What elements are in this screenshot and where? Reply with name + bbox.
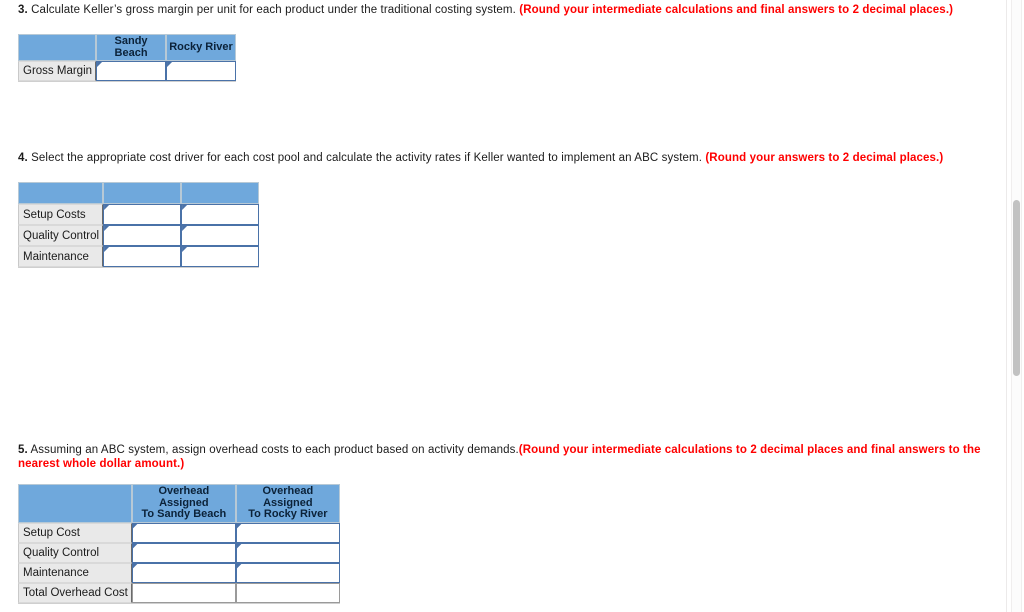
input-cell-maintenance-rate[interactable] bbox=[181, 246, 260, 267]
question-3-number: 3. bbox=[18, 4, 28, 16]
total-overhead-rocky-river-input[interactable] bbox=[236, 583, 339, 602]
table-row: Total Overhead Cost bbox=[18, 582, 340, 603]
activity-rates-table: Setup Costs Quality Control Maintenance bbox=[18, 182, 260, 267]
document-page: 3. Calculate Keller’s gross margin per u… bbox=[0, 0, 1006, 612]
question-4-table-wrap: Setup Costs Quality Control Maintenance bbox=[18, 182, 260, 268]
input-cell-maintenance-rocky-river[interactable] bbox=[235, 562, 340, 583]
table-row: Maintenance bbox=[18, 562, 340, 583]
quality-control-rate-input[interactable] bbox=[182, 226, 259, 245]
total-overhead-sandy-beach-input[interactable] bbox=[132, 583, 235, 602]
row-label-setup-costs: Setup Costs bbox=[18, 204, 104, 225]
column-header-cost-driver bbox=[103, 182, 182, 204]
table-row: Setup Costs bbox=[18, 204, 260, 225]
row-label-setup-cost: Setup Cost bbox=[18, 522, 132, 543]
table-row: Setup Cost bbox=[18, 522, 340, 543]
input-cell-quality-control-rate[interactable] bbox=[181, 225, 260, 246]
quality-control-sandy-beach-input[interactable] bbox=[132, 543, 235, 562]
column-header-activity-rate bbox=[181, 182, 260, 204]
input-cell-setup-cost-sandy-beach[interactable] bbox=[131, 522, 236, 543]
question-5-body: Assuming an ABC system, assign overhead … bbox=[30, 444, 519, 456]
row-label-maintenance: Maintenance bbox=[18, 562, 132, 583]
maintenance-rocky-river-input[interactable] bbox=[236, 563, 339, 582]
vertical-scrollbar[interactable] bbox=[1006, 0, 1024, 612]
total-cell-sandy-beach[interactable] bbox=[131, 582, 236, 603]
input-cell-quality-control-sandy-beach[interactable] bbox=[131, 542, 236, 563]
question-3-body: Calculate Keller’s gross margin per unit… bbox=[31, 4, 516, 16]
input-cell-setup-cost-rocky-river[interactable] bbox=[235, 522, 340, 543]
input-cell-maintenance-sandy-beach[interactable] bbox=[131, 562, 236, 583]
question-5-number: 5. bbox=[18, 444, 28, 456]
question-5-table-wrap: Overhead Assigned To Sandy Beach Overhea… bbox=[18, 484, 340, 603]
header-line-1: Overhead Assigned bbox=[158, 485, 210, 509]
table-header-row: Sandy Beach Rocky River bbox=[18, 34, 237, 61]
question-4-number: 4. bbox=[18, 152, 28, 164]
table-row: Quality Control bbox=[18, 225, 260, 246]
maintenance-rate-input[interactable] bbox=[182, 247, 259, 266]
question-block-3: 3. Calculate Keller’s gross margin per u… bbox=[18, 3, 988, 86]
input-cell-gross-margin-sandy-beach[interactable] bbox=[96, 61, 167, 81]
maintenance-driver-input[interactable] bbox=[104, 247, 181, 266]
input-cell-setup-costs-driver[interactable] bbox=[103, 204, 182, 225]
row-label-maintenance: Maintenance bbox=[18, 246, 104, 267]
column-header-blank bbox=[18, 34, 97, 61]
setup-costs-rate-input[interactable] bbox=[182, 205, 259, 224]
header-line-2: To Rocky River bbox=[248, 508, 328, 520]
column-header-rocky-river: Rocky River bbox=[166, 34, 237, 61]
table-header-row bbox=[18, 182, 260, 204]
setup-cost-sandy-beach-input[interactable] bbox=[132, 523, 235, 542]
question-3-rounding-note: (Round your intermediate calculations an… bbox=[519, 4, 954, 16]
quality-control-driver-input[interactable] bbox=[104, 226, 181, 245]
overhead-assignment-table: Overhead Assigned To Sandy Beach Overhea… bbox=[18, 484, 340, 603]
row-label-total-overhead-cost: Total Overhead Cost bbox=[18, 582, 132, 603]
column-header-blank bbox=[18, 182, 104, 204]
column-header-overhead-rocky-river: Overhead Assigned To Rocky River bbox=[235, 484, 340, 523]
gross-margin-table: Sandy Beach Rocky River Gross Margin bbox=[18, 34, 237, 81]
table-row: Maintenance bbox=[18, 246, 260, 267]
table-row: Quality Control bbox=[18, 542, 340, 563]
header-line-1: Overhead Assigned bbox=[262, 485, 314, 509]
input-cell-quality-control-rocky-river[interactable] bbox=[235, 542, 340, 563]
question-4-body: Select the appropriate cost driver for e… bbox=[31, 152, 703, 164]
header-line-2: To Sandy Beach bbox=[141, 508, 227, 520]
row-label-quality-control: Quality Control bbox=[18, 225, 104, 246]
table-row: Gross Margin bbox=[18, 61, 237, 81]
table-header-row: Overhead Assigned To Sandy Beach Overhea… bbox=[18, 484, 340, 523]
question-block-5: 5. Assuming an ABC system, assign overhe… bbox=[18, 443, 988, 608]
question-3-prompt: 3. Calculate Keller’s gross margin per u… bbox=[18, 3, 988, 17]
question-4-rounding-note: (Round your answers to 2 decimal places.… bbox=[705, 152, 944, 164]
row-label-quality-control: Quality Control bbox=[18, 542, 132, 563]
input-cell-quality-control-driver[interactable] bbox=[103, 225, 182, 246]
setup-costs-driver-input[interactable] bbox=[104, 205, 181, 224]
input-cell-setup-costs-rate[interactable] bbox=[181, 204, 260, 225]
quality-control-rocky-river-input[interactable] bbox=[236, 543, 339, 562]
question-block-4: 4. Select the appropriate cost driver fo… bbox=[18, 151, 988, 272]
scrollbar-thumb[interactable] bbox=[1013, 200, 1020, 376]
input-cell-maintenance-driver[interactable] bbox=[103, 246, 182, 267]
row-label-gross-margin: Gross Margin bbox=[18, 61, 97, 81]
total-cell-rocky-river[interactable] bbox=[235, 582, 340, 603]
input-cell-gross-margin-rocky-river[interactable] bbox=[166, 61, 237, 81]
setup-cost-rocky-river-input[interactable] bbox=[236, 523, 339, 542]
column-header-blank bbox=[18, 484, 132, 523]
gross-margin-rocky-river-input[interactable] bbox=[167, 62, 236, 80]
column-header-overhead-sandy-beach: Overhead Assigned To Sandy Beach bbox=[131, 484, 236, 523]
question-4-prompt: 4. Select the appropriate cost driver fo… bbox=[18, 151, 988, 165]
question-3-table-wrap: Sandy Beach Rocky River Gross Margin bbox=[18, 34, 237, 82]
gross-margin-sandy-beach-input[interactable] bbox=[97, 62, 166, 80]
question-5-prompt: 5. Assuming an ABC system, assign overhe… bbox=[18, 443, 993, 471]
column-header-sandy-beach: Sandy Beach bbox=[96, 34, 167, 61]
maintenance-sandy-beach-input[interactable] bbox=[132, 563, 235, 582]
